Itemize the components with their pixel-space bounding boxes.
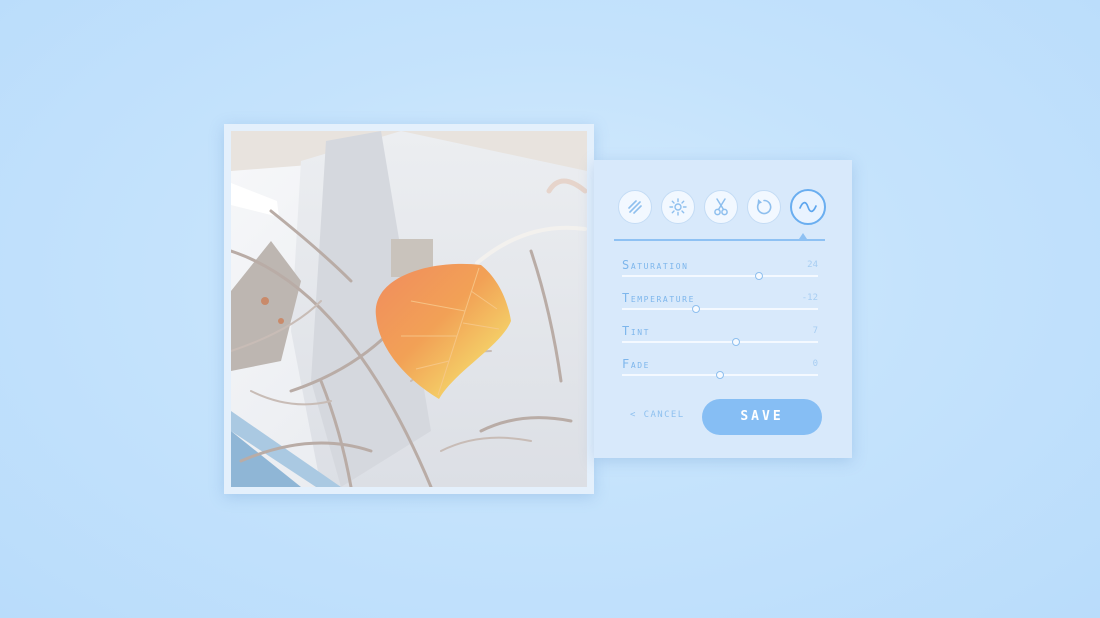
cancel-button[interactable]: < CANCEL	[630, 410, 685, 420]
curves-tool-button[interactable]	[790, 189, 826, 225]
filter-tool-button[interactable]	[618, 190, 652, 224]
tool-divider	[614, 239, 825, 241]
slider-thumb[interactable]	[716, 371, 724, 379]
slider-value: -12	[801, 293, 818, 303]
slider-label: Tint	[622, 324, 651, 338]
brightness-icon	[669, 198, 687, 216]
slider-fade: Fade 0	[622, 357, 818, 381]
filter-lines-icon	[628, 200, 642, 214]
crop-tool-button[interactable]	[704, 190, 738, 224]
slider-track[interactable]	[622, 338, 818, 346]
slider-saturation: Saturation 24	[622, 258, 818, 282]
slider-temperature: Temperature -12	[622, 291, 818, 315]
slider-track[interactable]	[622, 272, 818, 280]
slider-value: 0	[812, 359, 818, 369]
leaf-photo-image	[231, 131, 587, 487]
curve-wave-icon	[799, 201, 817, 213]
leaf-photo	[231, 131, 587, 487]
slider-label: Temperature	[622, 291, 695, 305]
slider-thumb[interactable]	[692, 305, 701, 313]
slider-label: Saturation	[622, 258, 689, 272]
brightness-tool-button[interactable]	[661, 190, 695, 224]
photo-card	[224, 124, 594, 494]
slider-track[interactable]	[622, 305, 818, 313]
slider-value: 24	[807, 260, 818, 270]
slider-label: Fade	[622, 357, 651, 371]
slider-value: 7	[812, 326, 818, 336]
tool-bar	[618, 189, 828, 228]
slider-track[interactable]	[622, 371, 818, 379]
slider-tint: Tint 7	[622, 324, 818, 348]
scissors-icon	[714, 198, 728, 216]
edit-panel: Saturation 24 Temperature -12 Tint 7 Fad…	[594, 160, 852, 458]
rotate-tool-button[interactable]	[747, 190, 781, 224]
slider-thumb[interactable]	[755, 272, 764, 280]
rotate-icon	[756, 199, 772, 215]
save-button[interactable]: SAVE	[702, 399, 822, 435]
slider-thumb[interactable]	[731, 338, 740, 346]
